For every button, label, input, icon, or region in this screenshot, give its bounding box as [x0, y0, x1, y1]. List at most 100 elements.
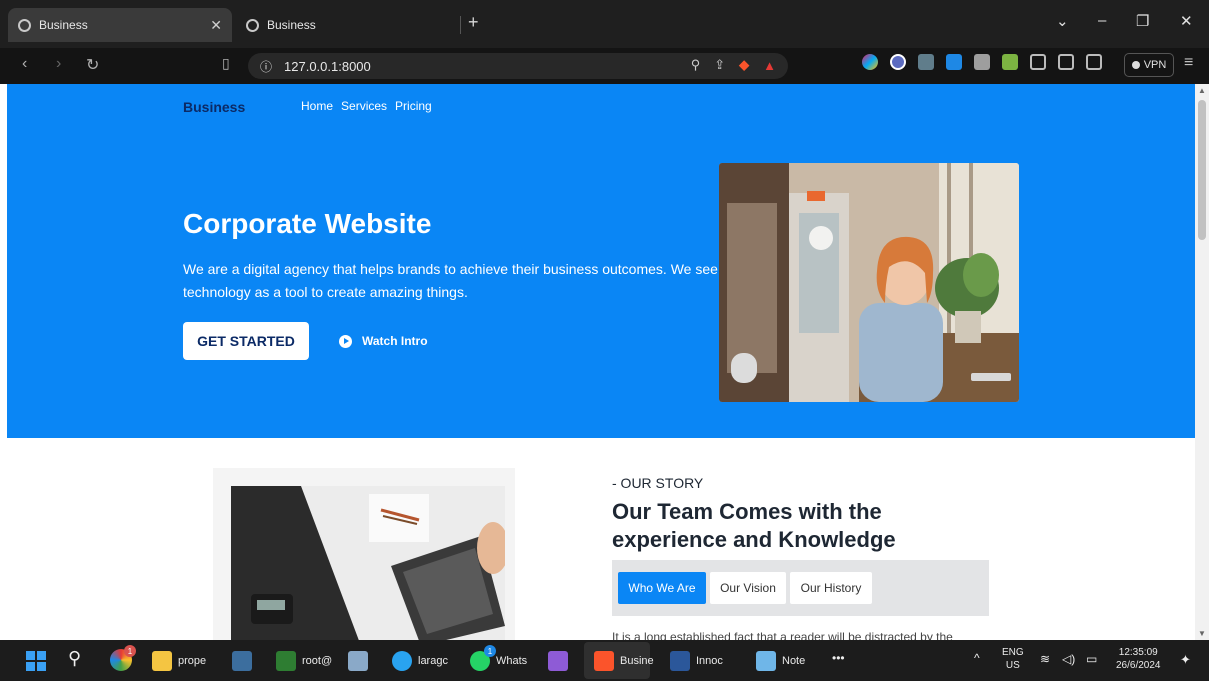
tab-title: Business: [39, 18, 88, 32]
page-scrollbar[interactable]: ▲ ▼: [1195, 84, 1209, 640]
story-photo: [231, 486, 505, 640]
wallet-icon[interactable]: [1086, 54, 1102, 70]
notification-icon[interactable]: ✦: [1180, 652, 1191, 668]
taskbar-visual-studio[interactable]: [548, 650, 568, 672]
tab-title: Business: [267, 18, 316, 32]
extension-icon[interactable]: [974, 54, 990, 70]
download-extension-icon[interactable]: [1002, 54, 1018, 70]
tab-business[interactable]: Business: [236, 8, 460, 42]
taskbar-brave[interactable]: Busine: [594, 650, 654, 672]
scroll-down-arrow-icon[interactable]: ▼: [1198, 629, 1206, 638]
taskbar-terminal[interactable]: root@: [276, 650, 332, 672]
tab-divider: [460, 16, 461, 34]
extension-icon[interactable]: [918, 54, 934, 70]
url-text: 127.0.0.1:8000: [284, 58, 371, 74]
tab-our-vision[interactable]: Our Vision: [710, 572, 786, 604]
browser-tab-strip: Business ✕ Business + ⌄ – ❐ ✕: [0, 0, 1209, 48]
taskbar-whatsapp[interactable]: Whats: [470, 650, 527, 672]
story-title: Our Team Comes with the experience and K…: [612, 499, 896, 552]
vpn-button[interactable]: VPN: [1124, 53, 1174, 77]
database-tool-icon: [232, 651, 252, 671]
new-tab-button[interactable]: +: [468, 12, 479, 33]
tab-business-active[interactable]: Business ✕: [8, 8, 232, 42]
site-info-icon[interactable]: ⓘ: [260, 58, 272, 75]
scroll-up-arrow-icon[interactable]: ▲: [1198, 86, 1206, 95]
visual-studio-icon: [548, 651, 568, 671]
taskbar-label: laragc: [418, 655, 448, 667]
scroll-thumb[interactable]: [1198, 100, 1206, 240]
story-label: - OUR STORY: [612, 475, 704, 491]
taskbar-label: prope: [178, 655, 207, 667]
reload-icon[interactable]: ↻: [86, 55, 99, 75]
taskbar-app[interactable]: [232, 650, 252, 672]
minimize-button[interactable]: –: [1098, 12, 1106, 29]
battery-icon[interactable]: ▭: [1086, 652, 1097, 666]
address-bar-actions: ⚲ ⇪ ◆ ▲: [691, 57, 776, 73]
site-logo[interactable]: Business: [183, 99, 245, 115]
puzzle-extensions-icon[interactable]: [1030, 54, 1046, 70]
language-indicator[interactable]: ENG US: [1002, 646, 1024, 672]
laragon-icon: [392, 651, 412, 671]
tab-who-we-are[interactable]: Who We Are: [618, 572, 706, 604]
tab-our-history[interactable]: Our History: [790, 572, 872, 604]
site-nav: Home Services Pricing: [301, 99, 432, 113]
globe-icon: [246, 18, 259, 32]
get-started-button[interactable]: GET STARTED: [183, 322, 309, 360]
whatsapp-badge: 1: [484, 645, 496, 657]
taskbar-label: Note: [782, 655, 806, 667]
clock[interactable]: 12:35:09 26/6/2024: [1116, 646, 1161, 672]
brave-shields-icon[interactable]: ◆: [739, 57, 749, 73]
story-image-frame: [213, 468, 515, 640]
taskbar-notepad[interactable]: Note: [756, 650, 805, 672]
chrome-badge: 1: [124, 645, 136, 657]
hero-description: We are a digital agency that helps brand…: [183, 261, 718, 300]
network-terminal-icon: [276, 651, 296, 671]
start-button[interactable]: [26, 651, 46, 671]
more-apps-icon[interactable]: •••: [832, 651, 845, 665]
vpn-status-icon: [1131, 61, 1140, 69]
play-icon: [339, 334, 352, 348]
volume-icon[interactable]: ◁): [1062, 652, 1075, 666]
address-bar[interactable]: ⓘ 127.0.0.1:8000 ⚲ ⇪ ◆ ▲: [248, 53, 788, 79]
time-label: 12:35:09: [1118, 647, 1158, 658]
hamburger-menu-icon[interactable]: ≡: [1184, 54, 1193, 72]
translate-extension-icon[interactable]: [890, 54, 906, 70]
taskbar-label: Innoc: [696, 655, 723, 667]
region-label: US: [1005, 660, 1020, 671]
nav-home[interactable]: Home: [301, 99, 333, 113]
web-page: Business Home Services Pricing Corporate…: [7, 84, 1195, 640]
restore-button[interactable]: ❐: [1136, 12, 1149, 30]
color-extension-icon[interactable]: [862, 54, 878, 70]
tab-search-dropdown-icon[interactable]: ⌄: [1056, 12, 1069, 30]
brave-rewards-icon[interactable]: ▲: [763, 58, 776, 73]
brave-icon: [594, 651, 614, 671]
nav-pricing[interactable]: Pricing: [395, 99, 432, 113]
nav-services[interactable]: Services: [341, 99, 387, 113]
bookmark-icon[interactable]: ▯: [222, 55, 230, 72]
notepad-icon: [756, 651, 776, 671]
folder-icon: [152, 651, 172, 671]
taskbar-file-explorer[interactable]: prope: [152, 650, 206, 672]
taskbar-label: Whats: [496, 655, 528, 667]
close-window-button[interactable]: ✕: [1180, 12, 1193, 30]
share-icon[interactable]: ⇪: [714, 57, 725, 73]
forward-icon[interactable]: ›: [56, 55, 61, 73]
globe-icon: [18, 18, 31, 32]
utility-icon: [348, 651, 368, 671]
hero-section: Business Home Services Pricing Corporate…: [7, 84, 1195, 438]
close-tab-icon[interactable]: ✕: [210, 17, 222, 34]
taskbar-word[interactable]: Innoc: [670, 650, 723, 672]
zoom-icon[interactable]: ⚲: [691, 57, 701, 73]
taskbar-laragon[interactable]: laragc: [392, 650, 448, 672]
taskbar-app[interactable]: [348, 650, 368, 672]
sidebar-icon[interactable]: [1058, 54, 1074, 70]
watch-intro-link[interactable]: Watch Intro: [339, 334, 428, 348]
search-icon[interactable]: ⚲: [68, 648, 81, 669]
watch-intro-label: Watch Intro: [362, 334, 428, 348]
back-icon[interactable]: ‹: [22, 55, 27, 73]
wifi-icon[interactable]: ≋: [1040, 652, 1050, 666]
tray-chevron-icon[interactable]: ^: [974, 651, 980, 665]
taskbar-label: Busine: [620, 655, 654, 667]
extension-icon[interactable]: [946, 54, 962, 70]
hero-photo: [719, 163, 1019, 402]
